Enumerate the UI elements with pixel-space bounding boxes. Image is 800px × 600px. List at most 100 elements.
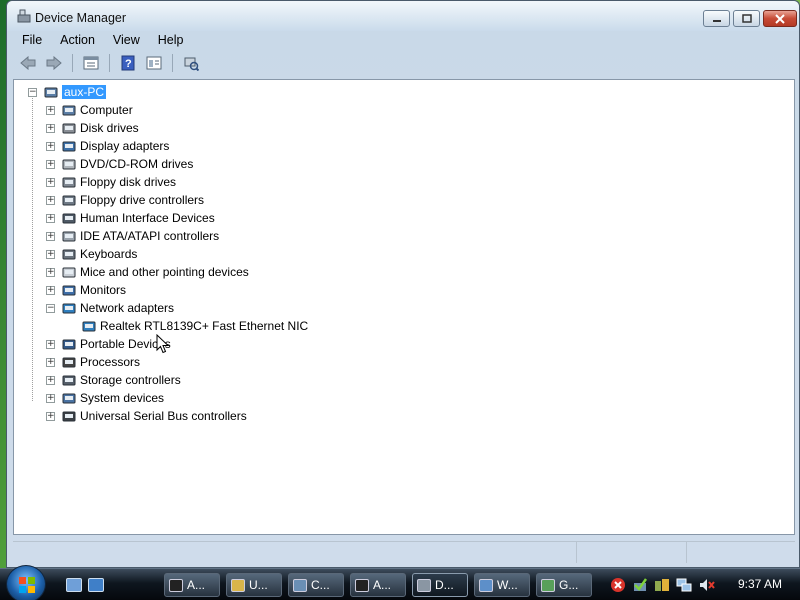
usb-icon: [61, 408, 77, 424]
properties-button[interactable]: [80, 53, 102, 73]
devices-icon[interactable]: [654, 577, 670, 593]
tree-item-computer[interactable]: + Computer: [46, 101, 133, 119]
taskbar-button-label: A...: [373, 578, 392, 592]
show-desktop-icon[interactable]: [66, 578, 82, 592]
switch-windows-icon[interactable]: [88, 578, 104, 592]
close-button[interactable]: [763, 10, 797, 27]
expand-icon[interactable]: +: [46, 393, 55, 403]
scan-hardware-button[interactable]: [180, 53, 202, 73]
category-label: Network adapters: [80, 301, 175, 315]
taskbar-button[interactable]: D...: [412, 573, 468, 597]
forward-button[interactable]: [43, 53, 65, 73]
properties-icon: [83, 56, 99, 70]
tree-item-system-devices[interactable]: + System devices: [46, 389, 164, 407]
tree-item-device[interactable]: Realtek RTL8139C+ Fast Ethernet NIC: [66, 317, 308, 335]
expand-icon[interactable]: +: [46, 249, 55, 259]
maximize-button[interactable]: [733, 10, 760, 27]
taskbar-button[interactable]: W...: [474, 573, 530, 597]
expand-icon[interactable]: +: [46, 339, 55, 349]
collapse-icon[interactable]: −: [28, 87, 37, 97]
category-label: IDE ATA/ATAPI controllers: [80, 229, 220, 243]
tree-item-ide-ata-atapi-controllers[interactable]: + IDE ATA/ATAPI controllers: [46, 227, 219, 245]
maximize-icon: [741, 14, 752, 23]
title-bar[interactable]: Device Manager: [7, 1, 799, 31]
cmd-icon: [169, 578, 183, 592]
category-label: Keyboards: [80, 247, 138, 261]
volume-muted-icon[interactable]: [698, 577, 716, 593]
taskbar-button[interactable]: A...: [164, 573, 220, 597]
tree-item-monitors[interactable]: + Monitors: [46, 281, 126, 299]
back-arrow-icon: [20, 56, 36, 70]
menu-file[interactable]: File: [13, 33, 51, 47]
category-label: Disk drives: [80, 121, 139, 135]
portable-device-icon: [61, 336, 77, 352]
expand-icon[interactable]: +: [46, 267, 55, 277]
device-tree-panel[interactable]: − aux-PC + Computer + Disk drives + Display ada…: [13, 79, 795, 535]
start-button[interactable]: [6, 565, 46, 600]
back-button[interactable]: [17, 53, 39, 73]
mouse-cursor-icon: [156, 334, 170, 354]
expand-icon[interactable]: +: [46, 411, 55, 421]
tree-item-floppy-disk-drives[interactable]: + Floppy disk drives: [46, 173, 176, 191]
category-label: Display adapters: [80, 139, 170, 153]
computer-icon: [61, 102, 77, 118]
collapse-icon[interactable]: −: [46, 303, 55, 313]
taskbar-button-label: C...: [311, 578, 330, 592]
tree-item-portable-devices[interactable]: + Portable Devices: [46, 335, 171, 353]
clock[interactable]: 9:37 AM: [738, 577, 782, 591]
tree-item-storage-controllers[interactable]: + Storage controllers: [46, 371, 181, 389]
expand-icon[interactable]: +: [46, 285, 55, 295]
network-check-icon[interactable]: [632, 577, 648, 593]
close-icon: [775, 13, 785, 24]
monitor-icon: [61, 282, 77, 298]
view-button[interactable]: [143, 53, 165, 73]
tree-root[interactable]: − aux-PC: [28, 83, 107, 101]
tree-item-processors[interactable]: + Processors: [46, 353, 140, 371]
tree-item-dvd-cd-rom-drives[interactable]: + DVD/CD-ROM drives: [46, 155, 193, 173]
status-bar: [13, 541, 795, 563]
minimize-button[interactable]: [703, 10, 730, 27]
expand-icon[interactable]: +: [46, 105, 55, 115]
tree-item-floppy-drive-controllers[interactable]: + Floppy drive controllers: [46, 191, 204, 209]
app-icon: [541, 578, 555, 592]
taskbar-button[interactable]: C...: [288, 573, 344, 597]
expand-icon[interactable]: +: [46, 195, 55, 205]
tree-item-display-adapters[interactable]: + Display adapters: [46, 137, 169, 155]
menu-view[interactable]: View: [104, 33, 149, 47]
taskbar-button-label: U...: [249, 578, 268, 592]
tree-item-human-interface-devices[interactable]: + Human Interface Devices: [46, 209, 215, 227]
category-label: Universal Serial Bus controllers: [80, 409, 247, 423]
taskbar-button[interactable]: G...: [536, 573, 592, 597]
menu-help[interactable]: Help: [149, 33, 193, 47]
settings-icon: [293, 578, 307, 592]
ide-controller-icon: [61, 228, 77, 244]
display-adapter-icon: [61, 138, 77, 154]
menu-action[interactable]: Action: [51, 33, 104, 47]
expand-icon[interactable]: +: [46, 159, 55, 169]
toolbar: ?: [13, 51, 793, 75]
taskbar-button[interactable]: A...: [350, 573, 406, 597]
expand-icon[interactable]: +: [46, 123, 55, 133]
tree-item-mice-and-other-pointing-devices[interactable]: + Mice and other pointing devices: [46, 263, 249, 281]
floppy-disk-icon: [61, 174, 77, 190]
network-icon[interactable]: [676, 577, 692, 593]
mouse-icon: [61, 264, 77, 280]
expand-icon[interactable]: +: [46, 357, 55, 367]
floppy-controller-icon: [61, 192, 77, 208]
tree-item-disk-drives[interactable]: + Disk drives: [46, 119, 139, 137]
tree-item-keyboards[interactable]: + Keyboards: [46, 245, 137, 263]
expand-icon[interactable]: +: [46, 177, 55, 187]
hid-icon: [61, 210, 77, 226]
expand-icon[interactable]: +: [46, 213, 55, 223]
taskbar-button-label: A...: [187, 578, 206, 592]
help-icon: ?: [121, 55, 135, 71]
expand-icon[interactable]: +: [46, 141, 55, 151]
tree-item-universal-serial-bus-controllers[interactable]: + Universal Serial Bus controllers: [46, 407, 247, 425]
taskbar-button[interactable]: U...: [226, 573, 282, 597]
help-button[interactable]: ?: [117, 53, 139, 73]
expand-icon[interactable]: +: [46, 375, 55, 385]
error-icon[interactable]: [610, 577, 626, 593]
tree-item-network-adapters[interactable]: − Network adapters: [46, 299, 174, 317]
system-tray: [610, 575, 716, 595]
expand-icon[interactable]: +: [46, 231, 55, 241]
